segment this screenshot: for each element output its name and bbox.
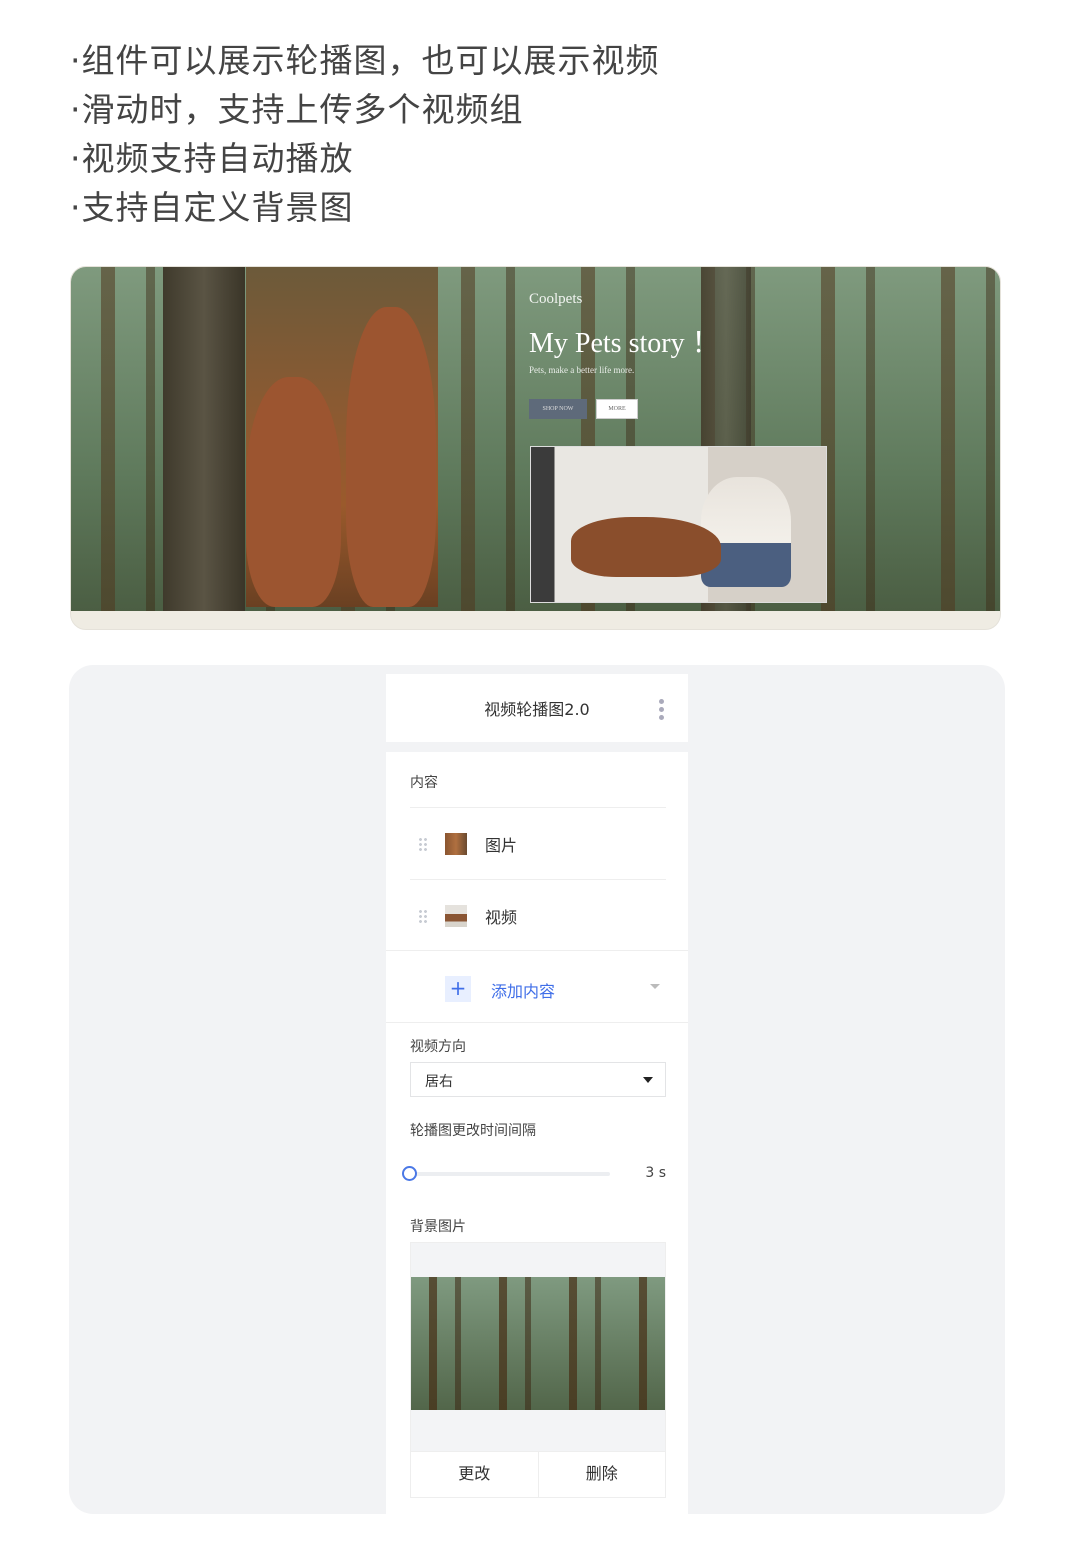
drag-handle-icon[interactable] bbox=[418, 837, 428, 851]
feature-list: ·组件可以展示轮播图，也可以展示视频 ·滑动时，支持上传多个视频组 ·视频支持自… bbox=[70, 36, 660, 232]
video-player[interactable] bbox=[530, 446, 827, 603]
plus-icon[interactable]: + bbox=[445, 976, 471, 1002]
slider-handle[interactable] bbox=[402, 1166, 417, 1181]
item-label: 图片 bbox=[485, 836, 518, 855]
tree-trunk bbox=[163, 267, 245, 611]
panel-header: 视频轮播图2.0 bbox=[386, 674, 688, 742]
settings-panel-area: 视频轮播图2.0 内容 图片 视频 + 添加内容 视频方向 居右 轮播图更改时间… bbox=[69, 665, 1005, 1514]
content-label: 内容 bbox=[410, 775, 438, 791]
add-content-button[interactable]: 添加内容 bbox=[491, 978, 555, 1002]
background-image-preview bbox=[411, 1277, 665, 1410]
banner-brand: Coolpets bbox=[529, 291, 583, 307]
banner-title: My Pets story ！ bbox=[529, 328, 720, 359]
interval-slider[interactable] bbox=[410, 1172, 610, 1176]
change-button[interactable]: 更改 bbox=[411, 1452, 538, 1497]
caret-down-icon bbox=[643, 1077, 653, 1088]
panel-body: 内容 图片 视频 + 添加内容 视频方向 居右 轮播图更改时间间隔 3 s 背景… bbox=[386, 752, 688, 1514]
image-thumbnail bbox=[445, 833, 467, 855]
background-image-box: 更改 删除 bbox=[410, 1242, 666, 1498]
more-button[interactable]: MORE bbox=[596, 399, 638, 419]
banner-subtitle: Pets, make a better life more. bbox=[529, 365, 635, 375]
more-options-icon[interactable] bbox=[659, 699, 664, 723]
bullet: ·支持自定义背景图 bbox=[70, 188, 354, 227]
direction-select[interactable]: 居右 bbox=[410, 1062, 666, 1097]
chevron-down-icon[interactable] bbox=[650, 984, 660, 994]
drag-handle-icon[interactable] bbox=[418, 909, 428, 923]
content-item-image[interactable]: 图片 bbox=[410, 809, 666, 879]
content-item-video[interactable]: 视频 bbox=[410, 881, 666, 951]
bullet: ·滑动时，支持上传多个视频组 bbox=[70, 90, 524, 129]
item-label: 视频 bbox=[485, 908, 518, 927]
interval-value: 3 s bbox=[645, 1165, 666, 1181]
video-thumbnail bbox=[445, 905, 467, 927]
bullet: ·组件可以展示轮播图，也可以展示视频 bbox=[70, 41, 660, 80]
bullet: ·视频支持自动播放 bbox=[70, 139, 354, 178]
direction-label: 视频方向 bbox=[410, 1039, 466, 1055]
panel-title: 视频轮播图2.0 bbox=[484, 700, 590, 719]
carousel-preview: Coolpets My Pets story ！ Pets, make a be… bbox=[70, 266, 1001, 630]
background-image-label: 背景图片 bbox=[410, 1219, 466, 1235]
interval-label: 轮播图更改时间间隔 bbox=[410, 1123, 536, 1139]
shop-now-button[interactable]: SHOP NOW bbox=[529, 399, 587, 419]
dogs-image bbox=[246, 267, 438, 607]
delete-button[interactable]: 删除 bbox=[537, 1452, 666, 1497]
direction-value: 居右 bbox=[425, 1074, 453, 1090]
